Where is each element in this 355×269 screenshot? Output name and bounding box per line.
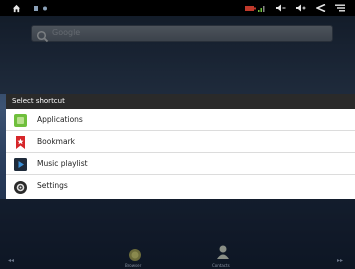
notification-icon: [41, 0, 49, 16]
page-right-indicator[interactable]: ▸▸: [337, 257, 343, 264]
shortcut-label: Bookmark: [37, 137, 75, 146]
dock-label: Contacts: [212, 263, 230, 268]
contacts-icon[interactable]: [215, 244, 231, 260]
back-icon[interactable]: [315, 0, 327, 16]
bookmark-icon: [13, 135, 28, 150]
battery-icon: [244, 0, 256, 16]
status-bar: [0, 0, 355, 16]
select-shortcut-dialog: Select shortcut Applications Bookmark Mu…: [6, 94, 355, 199]
shortcut-item-music-playlist[interactable]: Music playlist: [6, 153, 355, 175]
page-left-indicator[interactable]: ◂◂: [8, 257, 14, 264]
volume-down-icon[interactable]: [274, 0, 286, 16]
shortcut-item-applications[interactable]: Applications: [6, 109, 355, 131]
settings-icon: [13, 180, 28, 195]
signal-icon: [257, 0, 266, 16]
shortcut-label: Music playlist: [37, 159, 88, 168]
browser-icon[interactable]: [128, 247, 142, 261]
volume-up-icon[interactable]: [294, 0, 306, 16]
home-icon[interactable]: [11, 0, 21, 16]
dim-overlay: [0, 16, 355, 94]
notification-icon: [32, 0, 40, 16]
applications-icon: [13, 113, 28, 128]
music-playlist-icon: [13, 157, 28, 172]
dialog-title: Select shortcut: [6, 94, 355, 109]
dock-label: Browser: [125, 263, 142, 268]
shortcut-label: Settings: [37, 181, 68, 190]
menu-icon[interactable]: [334, 0, 346, 16]
shortcut-item-bookmark[interactable]: Bookmark: [6, 131, 355, 153]
shortcut-label: Applications: [37, 115, 83, 124]
shortcut-item-settings[interactable]: Settings: [6, 175, 355, 199]
dim-overlay: [0, 199, 355, 269]
